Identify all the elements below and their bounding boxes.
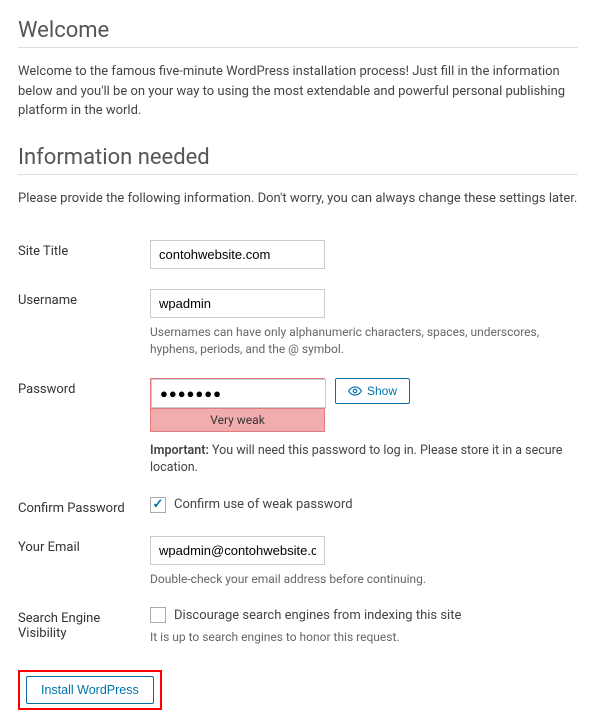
- email-input[interactable]: [150, 536, 325, 565]
- password-box: Very weak: [150, 378, 325, 432]
- install-form: Site Title Username Usernames can have o…: [18, 232, 578, 658]
- info-needed-heading: Information needed: [18, 145, 578, 175]
- password-label: Password: [18, 370, 150, 489]
- show-password-label: Show: [367, 384, 397, 398]
- search-visibility-checkbox[interactable]: [150, 607, 166, 623]
- search-visibility-hint: It is up to search engines to honor this…: [150, 629, 578, 646]
- site-title-input[interactable]: [150, 240, 325, 269]
- password-strength: Very weak: [151, 408, 324, 431]
- important-label: Important:: [150, 443, 209, 458]
- welcome-heading: Welcome: [18, 18, 578, 48]
- password-important-note: Important: You will need this password t…: [150, 442, 578, 477]
- password-input[interactable]: [151, 379, 326, 408]
- welcome-intro-text: Welcome to the famous five-minute WordPr…: [18, 62, 578, 121]
- install-wordpress-button[interactable]: Install WordPress: [26, 676, 154, 704]
- important-text: You will need this password to log in. P…: [150, 443, 562, 476]
- weak-password-checkbox[interactable]: [150, 497, 166, 513]
- submit-highlight-box: Install WordPress: [18, 670, 162, 710]
- username-label: Username: [18, 281, 150, 370]
- weak-password-checkbox-label: Confirm use of weak password: [174, 497, 353, 512]
- search-visibility-label: Search Engine Visibility: [18, 599, 150, 658]
- eye-icon: [348, 384, 362, 398]
- username-input[interactable]: [150, 289, 325, 318]
- email-hint: Double-check your email address before c…: [150, 571, 578, 588]
- show-password-button[interactable]: Show: [335, 378, 410, 404]
- site-title-label: Site Title: [18, 232, 150, 281]
- email-label: Your Email: [18, 528, 150, 600]
- info-needed-text: Please provide the following information…: [18, 189, 578, 209]
- search-visibility-checkbox-label: Discourage search engines from indexing …: [174, 608, 461, 623]
- confirm-password-label: Confirm Password: [18, 489, 150, 528]
- username-hint: Usernames can have only alphanumeric cha…: [150, 324, 578, 358]
